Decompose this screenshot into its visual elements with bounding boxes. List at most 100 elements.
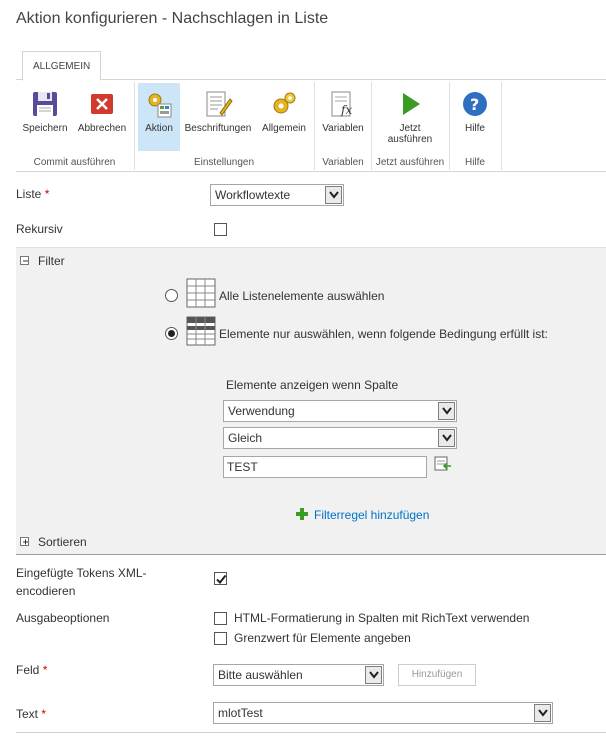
field-select-value: Bitte auswählen bbox=[218, 668, 303, 682]
text-select-value: mlotTest bbox=[218, 706, 263, 720]
ribbon-group-settings: Aktion Beschriftungen Allgemein Einstell… bbox=[136, 80, 312, 172]
group-label-run: Jetzt ausführen bbox=[375, 157, 445, 168]
help-button[interactable]: ? Hilfe bbox=[454, 83, 496, 151]
add-filter-rule-label: Filterregel hinzufügen bbox=[314, 508, 430, 522]
filter-section-title: Filter bbox=[38, 254, 65, 268]
variables-button[interactable]: fx Variablen bbox=[318, 83, 368, 151]
general-label: Allgemein bbox=[262, 123, 306, 134]
collapse-icon[interactable] bbox=[20, 256, 29, 265]
ribbon-group-commit: Speichern Abbrechen Commit ausführen bbox=[16, 80, 133, 172]
group-label-help: Hilfe bbox=[464, 157, 485, 168]
variables-label: Variablen bbox=[322, 123, 364, 134]
help-label: Hilfe bbox=[464, 123, 485, 134]
run-label-line1: Jetzt bbox=[399, 123, 421, 134]
gears-icon bbox=[273, 92, 296, 114]
add-field-button[interactable]: Hinzufügen bbox=[398, 664, 476, 686]
list-label-text: Liste bbox=[16, 187, 42, 201]
divider bbox=[16, 732, 606, 733]
group-label-variables: Variablen bbox=[322, 157, 364, 168]
group-label-settings: Einstellungen bbox=[193, 157, 255, 168]
ribbon-group-run: Jetzt ausführen Jetzt ausführen bbox=[372, 80, 448, 172]
save-icon bbox=[33, 92, 57, 116]
radio-all-items[interactable] bbox=[165, 289, 178, 302]
operator-select[interactable]: Gleich bbox=[223, 427, 457, 449]
recursive-label: Rekursiv bbox=[16, 222, 63, 236]
sort-section-header[interactable]: Sortieren bbox=[16, 529, 606, 555]
sort-section-title: Sortieren bbox=[38, 535, 87, 549]
plus-icon bbox=[296, 508, 308, 520]
action-label: Aktion bbox=[145, 123, 173, 134]
item-limit-checkbox[interactable] bbox=[214, 632, 227, 645]
expand-icon[interactable] bbox=[20, 537, 29, 546]
text-select[interactable]: mlotTest bbox=[213, 702, 553, 724]
cancel-button[interactable]: Abbrechen bbox=[74, 83, 130, 151]
chevron-down-icon bbox=[438, 429, 455, 447]
general-button[interactable]: Allgemein bbox=[258, 83, 310, 151]
save-button[interactable]: Speichern bbox=[20, 83, 70, 151]
field-select[interactable]: Bitte auswählen bbox=[213, 664, 384, 686]
condition-column-label: Elemente anzeigen wenn Spalte bbox=[226, 378, 399, 392]
html-formatting-label: HTML-Formatierung in Spalten mit RichTex… bbox=[234, 611, 530, 625]
required-mark: * bbox=[42, 663, 48, 677]
insert-reference-icon[interactable] bbox=[434, 456, 452, 472]
item-limit-label: Grenzwert für Elemente angeben bbox=[234, 631, 411, 645]
xml-encode-label-line2: encodieren bbox=[16, 584, 76, 598]
list-select[interactable]: Workflowtexte bbox=[210, 184, 344, 206]
gear-icon bbox=[148, 93, 172, 118]
captions-label: Beschriftungen bbox=[184, 123, 252, 134]
required-mark: * bbox=[44, 187, 50, 201]
field-label: Feld * bbox=[16, 663, 47, 677]
help-icon: ? bbox=[463, 92, 487, 116]
list-label: Liste * bbox=[16, 187, 49, 201]
operator-select-value: Gleich bbox=[228, 431, 263, 445]
chevron-down-icon bbox=[365, 666, 382, 684]
compare-value-input[interactable]: TEST bbox=[223, 456, 427, 478]
field-label-text: Feld bbox=[16, 663, 40, 677]
run-label-line2: ausführen bbox=[387, 134, 433, 145]
run-now-button[interactable]: Jetzt ausführen bbox=[382, 83, 438, 151]
ribbon-tab-strip: ALLGEMEIN bbox=[16, 51, 606, 81]
dialog-title: Aktion konfigurieren - Nachschlagen in L… bbox=[16, 10, 329, 27]
text-label-text: Text bbox=[16, 707, 39, 721]
group-label-commit: Commit ausführen bbox=[33, 157, 116, 168]
function-icon: fx bbox=[331, 91, 352, 117]
svg-text:?: ? bbox=[470, 95, 479, 114]
xml-encode-checkbox[interactable] bbox=[214, 572, 227, 585]
xml-encode-label-line1: Eingefügte Tokens XML- bbox=[16, 566, 147, 580]
option-condition-label: Elemente nur auswählen, wenn folgende Be… bbox=[219, 327, 548, 341]
chevron-down-icon bbox=[534, 704, 551, 722]
play-icon bbox=[403, 93, 420, 115]
radio-selected-dot bbox=[168, 330, 175, 337]
edit-document-icon bbox=[206, 91, 233, 117]
option-all-label: Alle Listenelemente auswählen bbox=[219, 289, 385, 303]
ribbon-separator bbox=[134, 82, 135, 170]
svg-text:fx: fx bbox=[340, 103, 352, 117]
ribbon-group-variables: fx Variablen Variablen bbox=[316, 80, 370, 172]
filter-section-body: Alle Listenelemente auswählen Elemente n… bbox=[16, 273, 606, 529]
close-icon bbox=[91, 94, 113, 114]
text-label: Text * bbox=[16, 707, 46, 721]
ribbon-separator bbox=[314, 82, 315, 170]
required-mark: * bbox=[41, 707, 47, 721]
ribbon: Speichern Abbrechen Commit ausführen Akt… bbox=[16, 80, 606, 172]
filtered-list-icon bbox=[186, 316, 216, 346]
column-select-value: Verwendung bbox=[228, 404, 295, 418]
column-select[interactable]: Verwendung bbox=[223, 400, 457, 422]
action-button[interactable]: Aktion bbox=[138, 83, 180, 151]
xml-encode-label: Eingefügte Tokens XML- encodieren bbox=[16, 564, 147, 600]
captions-button[interactable]: Beschriftungen bbox=[182, 83, 254, 151]
list-grid-icon bbox=[186, 278, 216, 308]
checkmark-icon bbox=[216, 574, 227, 585]
html-formatting-checkbox[interactable] bbox=[214, 612, 227, 625]
ribbon-group-help: ? Hilfe Hilfe bbox=[450, 80, 500, 172]
list-select-value: Workflowtexte bbox=[215, 188, 291, 202]
filter-section-header[interactable]: Filter bbox=[16, 247, 606, 273]
compare-value-text: TEST bbox=[227, 460, 258, 474]
recursive-checkbox[interactable] bbox=[214, 223, 227, 236]
ribbon-separator bbox=[501, 82, 502, 170]
tab-allgemein[interactable]: ALLGEMEIN bbox=[22, 51, 102, 81]
radio-condition[interactable] bbox=[165, 327, 178, 340]
chevron-down-icon bbox=[438, 402, 455, 420]
chevron-down-icon bbox=[325, 186, 342, 204]
save-label: Speichern bbox=[22, 123, 68, 134]
